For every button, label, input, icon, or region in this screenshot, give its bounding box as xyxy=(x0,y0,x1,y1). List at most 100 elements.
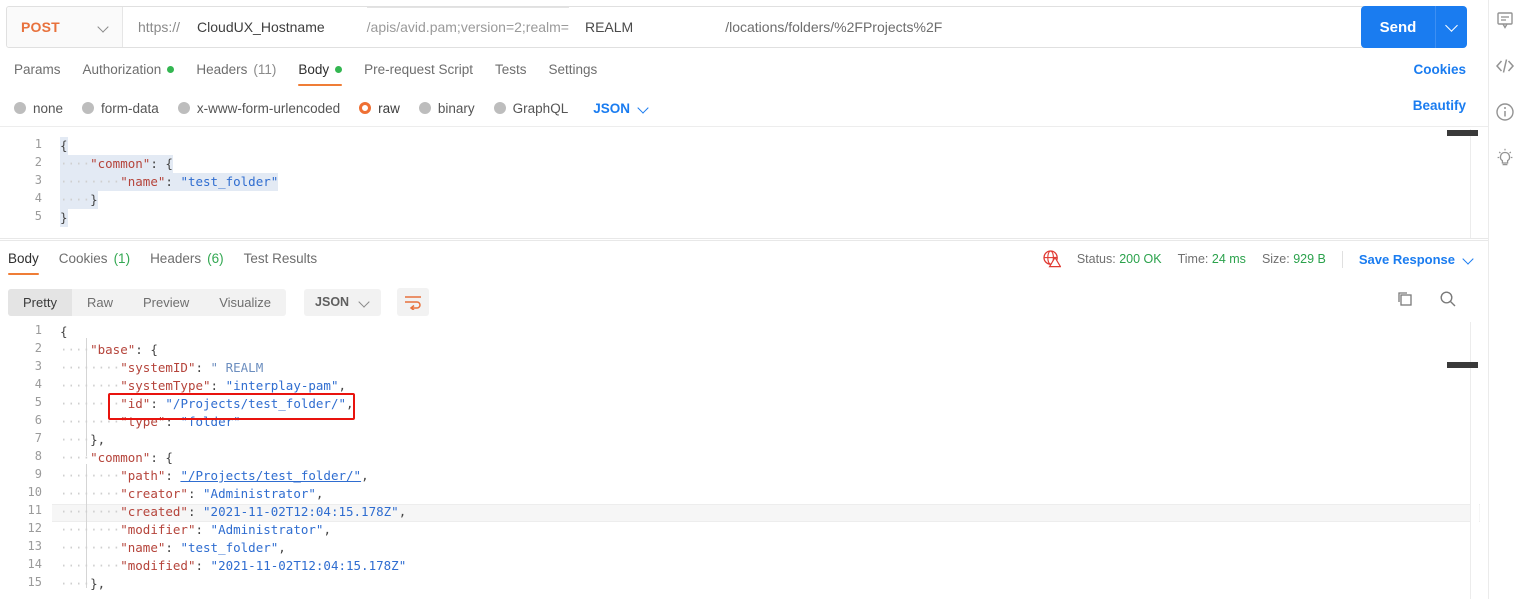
response-tab-headers[interactable]: Headers (6) xyxy=(150,245,224,275)
response-status: Status: 200 OK xyxy=(1077,252,1162,266)
response-body-line: ········"name": "test_folder", xyxy=(60,540,286,555)
tab-label: Headers xyxy=(150,251,202,266)
pane-divider xyxy=(0,240,1488,241)
request-body-editor[interactable]: 1 {2 ····"common": { 3 ········"name": "test… xyxy=(0,126,1488,239)
view-mode-pretty[interactable]: Pretty xyxy=(8,288,72,316)
response-scrollbar-thumb[interactable] xyxy=(1447,362,1478,368)
response-body-line: ········"id": "/Projects/test_folder/", xyxy=(60,396,354,411)
tab-label: Authorization xyxy=(82,62,162,77)
request-body-line[interactable]: } xyxy=(60,209,68,227)
request-tab-settings[interactable]: Settings xyxy=(548,56,597,86)
network-warning-icon[interactable] xyxy=(1043,250,1061,268)
http-method-label: POST xyxy=(21,19,60,35)
right-sidebar xyxy=(1488,0,1521,599)
response-tab-test-results[interactable]: Test Results xyxy=(244,245,318,275)
response-format-dropdown[interactable]: JSON xyxy=(304,288,382,316)
view-mode-raw[interactable]: Raw xyxy=(72,289,128,316)
request-body-line[interactable]: ········"name": "test_folder" xyxy=(60,173,279,191)
url-host: CloudUX_Hostname xyxy=(197,19,325,35)
beautify-link[interactable]: Beautify xyxy=(1413,98,1466,113)
line-number: 4 xyxy=(34,191,42,205)
request-tab-pre-request-script[interactable]: Pre-request Script xyxy=(364,56,473,86)
body-type-raw[interactable]: raw xyxy=(359,101,400,116)
code-icon[interactable] xyxy=(1495,56,1515,76)
tab-label: Settings xyxy=(548,62,598,77)
line-number: 11 xyxy=(27,503,42,517)
url-input-group: POST https:// CloudUX_Hostname /apis/avi… xyxy=(6,6,1378,48)
copy-icon[interactable] xyxy=(1395,289,1415,309)
request-body-line[interactable]: ····} xyxy=(60,191,98,209)
request-editor-scrollbar-track[interactable] xyxy=(1470,129,1479,238)
radio-icon xyxy=(14,102,26,114)
cookies-link[interactable]: Cookies xyxy=(1413,62,1466,77)
request-body-line[interactable]: { xyxy=(60,137,68,155)
request-tab-authorization[interactable]: Authorization xyxy=(83,56,175,86)
line-number: 13 xyxy=(27,539,42,553)
comment-icon[interactable] xyxy=(1495,10,1515,30)
response-body-viewer[interactable]: 1 {2 ····"base": {3 ········"systemID": " R… xyxy=(0,322,1488,599)
request-tab-headers[interactable]: Headers (11) xyxy=(196,56,276,86)
line-number: 4 xyxy=(34,377,42,391)
request-tab-body[interactable]: Body xyxy=(298,56,343,86)
request-body-format-label: JSON xyxy=(593,100,630,116)
body-type-x-www-form-urlencoded[interactable]: x-www-form-urlencoded xyxy=(177,100,341,116)
body-type-binary[interactable]: binary xyxy=(418,100,475,116)
view-mode-visualize[interactable]: Visualize xyxy=(204,289,286,316)
request-editor-scrollbar-thumb[interactable] xyxy=(1447,130,1478,136)
tab-count: (1) xyxy=(113,251,131,266)
status-value: 200 OK xyxy=(1119,252,1162,266)
response-size: Size: 929 B xyxy=(1262,252,1326,266)
word-wrap-toggle-button[interactable] xyxy=(397,288,430,316)
line-number: 2 xyxy=(34,341,42,355)
body-type-label: binary xyxy=(437,100,475,116)
line-number: 5 xyxy=(34,209,42,223)
tab-label: Pre-request Script xyxy=(364,62,473,77)
chevron-down-icon xyxy=(359,297,370,308)
lightbulb-icon[interactable] xyxy=(1495,148,1515,168)
line-number: 3 xyxy=(34,173,42,187)
response-format-label: JSON xyxy=(315,295,350,309)
http-method-dropdown[interactable]: POST xyxy=(7,7,123,47)
url-path-suffix: /locations/folders/%2FProjects%2F xyxy=(725,19,943,35)
radio-icon xyxy=(82,102,95,114)
body-type-label: x-www-form-urlencoded xyxy=(196,100,341,116)
view-mode-preview[interactable]: Preview xyxy=(128,289,204,316)
response-status-bar: Status: 200 OK Time: 24 ms Size: 929 B S… xyxy=(1043,250,1474,268)
line-number: 15 xyxy=(27,575,42,589)
body-type-label: form-data xyxy=(101,100,159,116)
send-options-chevron-icon[interactable] xyxy=(1436,6,1467,48)
request-tab-tests[interactable]: Tests xyxy=(495,56,527,86)
chevron-down-icon xyxy=(1463,254,1474,265)
send-button[interactable]: Send xyxy=(1361,6,1436,48)
search-icon[interactable] xyxy=(1438,289,1458,309)
response-tab-body[interactable]: Body xyxy=(8,245,39,275)
line-number: 6 xyxy=(34,413,42,427)
modified-indicator-dot xyxy=(335,66,343,73)
response-tab-cookies[interactable]: Cookies (1) xyxy=(59,245,130,275)
chevron-down-icon xyxy=(638,103,649,114)
save-response-button[interactable]: Save Response xyxy=(1359,252,1474,267)
body-type-form-data[interactable]: form-data xyxy=(82,101,159,116)
line-number: 3 xyxy=(34,359,42,373)
radio-icon xyxy=(359,102,372,114)
info-icon[interactable] xyxy=(1495,102,1515,122)
line-number: 1 xyxy=(34,137,42,151)
url-input[interactable]: https:// CloudUX_Hostname /apis/avid.pam… xyxy=(123,7,1377,47)
line-number: 2 xyxy=(34,155,42,169)
send-button-group[interactable]: Send xyxy=(1361,6,1467,48)
line-number: 10 xyxy=(27,485,42,499)
body-type-graphql[interactable]: GraphQL xyxy=(493,100,569,116)
body-type-none[interactable]: none xyxy=(14,101,63,116)
line-number: 14 xyxy=(27,557,42,571)
tab-label: Test Results xyxy=(243,251,318,266)
chevron-down-icon xyxy=(98,22,109,33)
request-body-line[interactable]: ····"common": { xyxy=(60,155,173,173)
body-type-label: GraphQL xyxy=(512,100,569,116)
body-type-label: none xyxy=(33,100,64,116)
request-body-format-dropdown[interactable]: JSON xyxy=(593,101,649,116)
line-number: 5 xyxy=(34,395,42,409)
response-body-line: ········"created": "2021-11-02T12:04:15.… xyxy=(60,504,407,519)
request-tab-params[interactable]: Params xyxy=(14,56,61,86)
body-type-selector: none form-data x-www-form-urlencoded raw bin… xyxy=(0,93,1488,123)
radio-icon xyxy=(493,102,506,114)
